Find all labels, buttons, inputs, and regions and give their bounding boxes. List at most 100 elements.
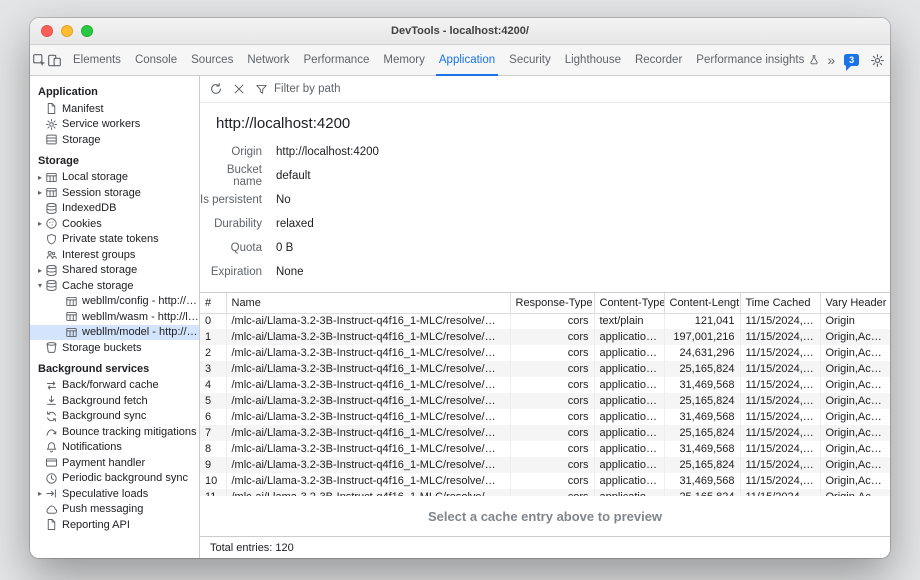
sidebar-item-storage-buckets[interactable]: Storage buckets <box>30 340 199 356</box>
cache-entry-row[interactable]: 8/mlc-ai/Llama-3.2-3B-Instruct-q4f16_1-M… <box>200 441 890 457</box>
cache-entry-row[interactable]: 5/mlc-ai/Llama-3.2-3B-Instruct-q4f16_1-M… <box>200 393 890 409</box>
database-icon <box>45 279 58 292</box>
cache-entry-row[interactable]: 3/mlc-ai/Llama-3.2-3B-Instruct-q4f16_1-M… <box>200 361 890 377</box>
column-header-name[interactable]: Name <box>226 293 510 313</box>
cell-vary-header: Origin,Access… <box>820 473 890 489</box>
cell-index: 9 <box>200 457 226 473</box>
cache-entry-row[interactable]: 7/mlc-ai/Llama-3.2-3B-Instruct-q4f16_1-M… <box>200 425 890 441</box>
sidebar-item-webllm-config-http-loc[interactable]: webllm/config - http://loc… <box>30 294 199 310</box>
sidebar-item-session-storage[interactable]: ▸Session storage <box>30 185 199 201</box>
cell-response-type: cors <box>510 361 594 377</box>
inspect-element-button[interactable] <box>32 45 47 75</box>
column-header-content-length[interactable]: Content-Length <box>664 293 740 313</box>
toggle-device-toolbar-button[interactable] <box>47 45 62 75</box>
more-tabs-button[interactable]: » <box>827 52 835 68</box>
tab-sources[interactable]: Sources <box>184 45 240 75</box>
sidebar-item-label: Push messaging <box>62 503 143 515</box>
column-header-response-type[interactable]: Response-Type <box>510 293 594 313</box>
cache-entry-row[interactable]: 6/mlc-ai/Llama-3.2-3B-Instruct-q4f16_1-M… <box>200 409 890 425</box>
tab-label: Performance <box>304 54 370 66</box>
chevron-right-icon[interactable]: ▸ <box>35 173 45 182</box>
column-header-index[interactable]: # <box>200 293 226 313</box>
column-header-vary-header[interactable]: Vary Header <box>820 293 890 313</box>
table-icon <box>45 186 58 199</box>
sidebar-item-back-forward-cache[interactable]: Back/forward cache <box>30 378 199 394</box>
cell-response-type: cors <box>510 441 594 457</box>
sidebar-item-private-state-tokens[interactable]: Private state tokens <box>30 232 199 248</box>
minimize-button[interactable] <box>61 25 73 37</box>
titlebar[interactable]: DevTools - localhost:4200/ <box>30 18 890 45</box>
cell-content-length: 121,041 <box>664 313 740 329</box>
sidebar-item-label: Storage <box>62 134 101 146</box>
tab-application[interactable]: Application <box>432 45 502 75</box>
chevron-down-icon[interactable]: ▾ <box>35 281 45 290</box>
close-button[interactable] <box>41 25 53 37</box>
cache-entry-row[interactable]: 11/mlc-ai/Llama-3.2-3B-Instruct-q4f16_1-… <box>200 489 890 496</box>
report-icon <box>45 518 58 531</box>
document-icon <box>45 102 58 115</box>
cache-entry-row[interactable]: 4/mlc-ai/Llama-3.2-3B-Instruct-q4f16_1-M… <box>200 377 890 393</box>
fetch-icon <box>45 394 58 407</box>
sidebar-item-webllm-wasm-http-loca[interactable]: webllm/wasm - http://loca… <box>30 309 199 325</box>
settings-button[interactable] <box>868 53 886 68</box>
delete-selected-button[interactable] <box>232 82 246 96</box>
sidebar-item-periodic-background-sync[interactable]: Periodic background sync <box>30 471 199 487</box>
column-header-time-cached[interactable]: Time Cached <box>740 293 820 313</box>
messages-badge[interactable]: 3 <box>844 54 859 66</box>
sidebar-item-cache-storage[interactable]: ▾Cache storage <box>30 278 199 294</box>
tab-lighthouse[interactable]: Lighthouse <box>558 45 628 75</box>
cell-time-cached: 11/15/2024, 10… <box>740 473 820 489</box>
cache-entry-row[interactable]: 1/mlc-ai/Llama-3.2-3B-Instruct-q4f16_1-M… <box>200 329 890 345</box>
tab-performance[interactable]: Performance <box>297 45 377 75</box>
sidebar-item-bounce-tracking-mitigations[interactable]: Bounce tracking mitigations <box>30 424 199 440</box>
chevron-right-icon[interactable]: ▸ <box>35 489 45 498</box>
sidebar-item-shared-storage[interactable]: ▸Shared storage <box>30 263 199 279</box>
sidebar-item-background-fetch[interactable]: Background fetch <box>30 393 199 409</box>
sidebar-item-payment-handler[interactable]: Payment handler <box>30 455 199 471</box>
sidebar-item-reporting-api[interactable]: Reporting API <box>30 517 199 533</box>
sidebar-item-storage[interactable]: Storage <box>30 132 199 148</box>
column-header-content-type[interactable]: Content-Type <box>594 293 664 313</box>
cell-response-type: cors <box>510 345 594 361</box>
bell-icon <box>45 441 58 454</box>
metadata-row: Quota0 B <box>200 236 890 260</box>
refresh-button[interactable] <box>209 82 223 96</box>
cell-content-type: application/oc… <box>594 361 664 377</box>
cache-entry-row[interactable]: 10/mlc-ai/Llama-3.2-3B-Instruct-q4f16_1-… <box>200 473 890 489</box>
cache-entry-row[interactable]: 9/mlc-ai/Llama-3.2-3B-Instruct-q4f16_1-M… <box>200 457 890 473</box>
cell-name: /mlc-ai/Llama-3.2-3B-Instruct-q4f16_1-ML… <box>226 489 510 496</box>
origin-section: http://localhost:4200 <box>200 103 890 134</box>
cache-entries-grid[interactable]: #NameResponse-TypeContent-TypeContent-Le… <box>200 292 890 496</box>
sidebar-section-title: Storage <box>30 148 199 170</box>
sidebar-item-push-messaging[interactable]: Push messaging <box>30 502 199 518</box>
tab-performance-insights[interactable]: Performance insights <box>689 45 827 75</box>
cache-entry-row[interactable]: 0/mlc-ai/Llama-3.2-3B-Instruct-q4f16_1-M… <box>200 313 890 329</box>
sidebar-item-notifications[interactable]: Notifications <box>30 440 199 456</box>
sidebar-item-background-sync[interactable]: Background sync <box>30 409 199 425</box>
tab-security[interactable]: Security <box>502 45 558 75</box>
sidebar-item-manifest[interactable]: Manifest <box>30 101 199 117</box>
sidebar-item-cookies[interactable]: ▸Cookies <box>30 216 199 232</box>
statusbar: Total entries: 120 <box>200 536 890 558</box>
chevron-right-icon[interactable]: ▸ <box>35 266 45 275</box>
zoom-button[interactable] <box>81 25 93 37</box>
cell-content-length: 24,631,296 <box>664 345 740 361</box>
chevron-right-icon[interactable]: ▸ <box>35 188 45 197</box>
sidebar-item-speculative-loads[interactable]: ▸Speculative loads <box>30 486 199 502</box>
chevron-right-icon[interactable]: ▸ <box>35 219 45 228</box>
tab-network[interactable]: Network <box>240 45 296 75</box>
sidebar-item-webllm-model-http-loc[interactable]: webllm/model - http://loc… <box>30 325 199 341</box>
filter-input[interactable]: Filter by path <box>255 83 340 96</box>
tab-elements[interactable]: Elements <box>66 45 128 75</box>
sidebar-item-indexeddb[interactable]: IndexedDB <box>30 201 199 217</box>
cache-entry-row[interactable]: 2/mlc-ai/Llama-3.2-3B-Instruct-q4f16_1-M… <box>200 345 890 361</box>
cell-content-type: application/oc… <box>594 409 664 425</box>
sidebar-item-interest-groups[interactable]: Interest groups <box>30 247 199 263</box>
tab-memory[interactable]: Memory <box>376 45 432 75</box>
tab-recorder[interactable]: Recorder <box>628 45 689 75</box>
cell-content-type: application/oc… <box>594 473 664 489</box>
sidebar-item-local-storage[interactable]: ▸Local storage <box>30 170 199 186</box>
tab-console[interactable]: Console <box>128 45 184 75</box>
cell-content-length: 31,469,568 <box>664 473 740 489</box>
sidebar-item-service-workers[interactable]: Service workers <box>30 117 199 133</box>
